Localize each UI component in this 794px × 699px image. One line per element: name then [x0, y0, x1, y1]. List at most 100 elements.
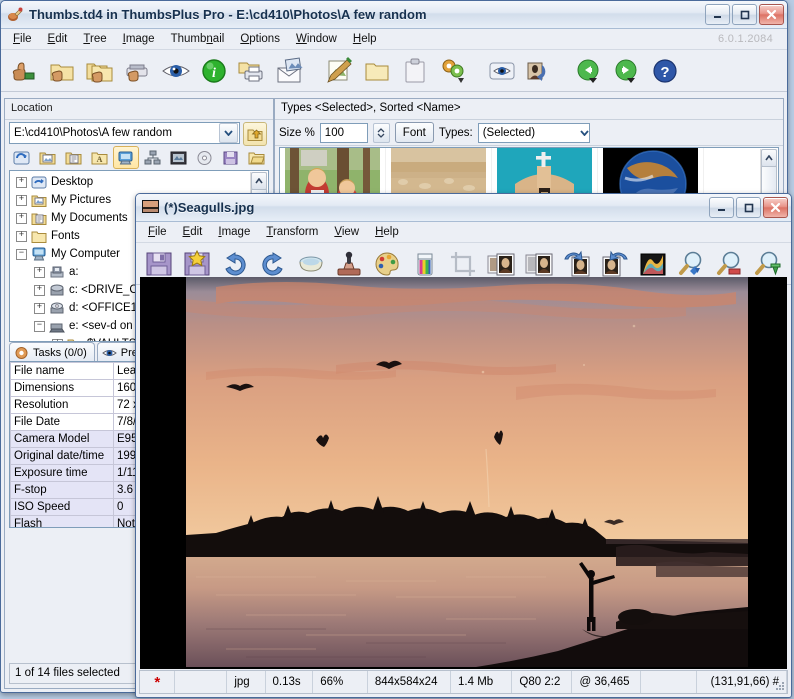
expander-icon[interactable]: +	[16, 231, 27, 242]
open-folder-hand-icon[interactable]	[43, 52, 81, 89]
batch-gears-icon[interactable]	[434, 52, 472, 89]
scroll-up-arrow-icon[interactable]	[761, 149, 777, 167]
tree-node-label: a:	[69, 266, 79, 278]
my-computer-icon	[31, 247, 47, 262]
path-value: E:\cd410\Photos\A few random	[10, 127, 218, 139]
minimize-button[interactable]	[705, 4, 730, 25]
location-buttons-bar: A	[8, 146, 270, 169]
menu-image[interactable]: Image	[115, 31, 163, 47]
child-menubar[interactable]: File Edit Image Transform View Help	[136, 222, 791, 243]
maximize-button[interactable]	[732, 4, 757, 25]
my-pictures-icon	[31, 193, 47, 208]
main-menubar[interactable]: File Edit Tree Image Thumbnail Options W…	[1, 29, 787, 50]
resize-grip-icon[interactable]	[773, 680, 785, 692]
menu-tree[interactable]: Tree	[75, 31, 114, 47]
location-button-desktop-icon[interactable]	[8, 146, 34, 169]
hard-drive-icon	[49, 283, 65, 298]
size-input[interactable]: 100	[320, 123, 368, 143]
location-button-network-icon[interactable]	[139, 146, 165, 169]
child-menu-image[interactable]: Image	[210, 224, 258, 240]
menu-file[interactable]: File	[5, 31, 40, 47]
thumbnail-scrollbar[interactable]	[760, 149, 777, 199]
location-button-scanner-device-icon[interactable]	[165, 146, 191, 169]
copy-folders-hand-icon[interactable]	[81, 52, 119, 89]
svg-text:A: A	[97, 155, 103, 164]
location-button-my-computer-icon[interactable]	[113, 146, 139, 169]
font-button[interactable]: Font	[395, 122, 434, 143]
expander-icon[interactable]: −	[16, 249, 27, 260]
rotate-image-icon[interactable]	[521, 52, 559, 89]
location-button-my-pictures-icon[interactable]	[34, 146, 60, 169]
property-key: Flash	[11, 516, 114, 529]
thumbsplus-app-icon	[7, 6, 24, 23]
child-window-title: (*)Seagulls.jpg	[164, 200, 254, 215]
expander-icon[interactable]: +	[34, 285, 45, 296]
image-canvas[interactable]	[140, 277, 787, 669]
child-menu-help[interactable]: Help	[367, 224, 407, 240]
path-combo[interactable]: E:\cd410\Photos\A few random	[9, 122, 240, 144]
scanner-hand-icon[interactable]	[119, 52, 157, 89]
tree-node-label: My Computer	[51, 248, 120, 260]
location-button-cd-drive-icon[interactable]	[191, 146, 217, 169]
svg-text:?: ?	[660, 64, 669, 81]
menu-options[interactable]: Options	[232, 31, 288, 47]
menu-file-rest: ile	[20, 33, 32, 45]
expander-icon[interactable]: +	[34, 303, 45, 314]
main-window-title: Thumbs.td4 in ThumbsPlus Pro - E:\cd410\…	[29, 7, 427, 22]
thumbs-hand-icon[interactable]	[5, 52, 43, 89]
close-button[interactable]	[759, 4, 784, 25]
menu-help[interactable]: Help	[345, 31, 385, 47]
status-zoom: 66%	[313, 671, 368, 693]
clipboard-icon[interactable]	[396, 52, 434, 89]
location-button-my-documents-icon[interactable]	[60, 146, 86, 169]
help-question-icon[interactable]: ?	[646, 52, 684, 89]
location-button-floppy-save-icon[interactable]	[218, 146, 244, 169]
eye-view-icon[interactable]	[157, 52, 195, 89]
back-arrow-icon[interactable]	[570, 52, 608, 89]
my-documents-icon	[31, 211, 47, 226]
chevron-down-icon[interactable]	[580, 127, 589, 139]
maximize-button[interactable]	[736, 197, 761, 218]
location-button-folder-open-icon[interactable]	[244, 146, 270, 169]
menu-thumbnail[interactable]: Thumbnail	[163, 31, 233, 47]
types-combo[interactable]: (Selected)	[478, 123, 590, 143]
menu-edit[interactable]: Edit	[40, 31, 76, 47]
up-folder-icon[interactable]	[243, 122, 267, 146]
scrollbar-thumb[interactable]	[761, 166, 777, 196]
send-mail-image-icon[interactable]	[271, 52, 309, 89]
size-spinner[interactable]	[373, 123, 390, 143]
tree-node-label: My Documents	[51, 212, 128, 224]
child-menu-file[interactable]: File	[140, 224, 175, 240]
status-offset: @ 36,465	[572, 671, 640, 693]
print-folder-icon[interactable]	[233, 52, 271, 89]
expander-icon[interactable]: +	[16, 195, 27, 206]
tab-tasks[interactable]: Tasks (0/0)	[9, 342, 95, 362]
expander-icon[interactable]: −	[34, 321, 45, 332]
property-key: Camera Model	[11, 431, 114, 448]
child-menu-edit[interactable]: Edit	[175, 224, 211, 240]
location-button-fonts-folder-icon[interactable]: A	[87, 146, 113, 169]
status-blank-left	[175, 671, 227, 693]
close-button[interactable]	[763, 197, 788, 218]
expander-icon[interactable]: +	[16, 213, 27, 224]
desktop-icon	[31, 175, 47, 190]
preview-eye-icon	[102, 346, 117, 360]
sunset-seagulls-photo[interactable]	[186, 277, 748, 667]
menu-window[interactable]: Window	[288, 31, 345, 47]
preview-eye-icon[interactable]	[483, 52, 521, 89]
child-menu-transform[interactable]: Transform	[258, 224, 326, 240]
minimize-button[interactable]	[709, 197, 734, 218]
info-icon[interactable]: i	[195, 52, 233, 89]
edit-image-brush-icon[interactable]	[320, 52, 358, 89]
status-load-time: 0.13s	[266, 671, 314, 693]
status-file-size: 1.4 Mb	[451, 671, 512, 693]
chevron-down-icon[interactable]	[219, 123, 238, 143]
forward-arrow-icon[interactable]	[608, 52, 646, 89]
expander-icon[interactable]: +	[16, 177, 27, 188]
scroll-up-arrow-icon[interactable]	[251, 172, 267, 190]
expander-icon[interactable]: +	[34, 267, 45, 278]
tree-node-label: c: <DRIVE_C>	[69, 284, 144, 296]
child-menu-view[interactable]: View	[326, 224, 367, 240]
new-folder-icon[interactable]	[358, 52, 396, 89]
tree-node[interactable]: + Desktop	[10, 173, 250, 191]
